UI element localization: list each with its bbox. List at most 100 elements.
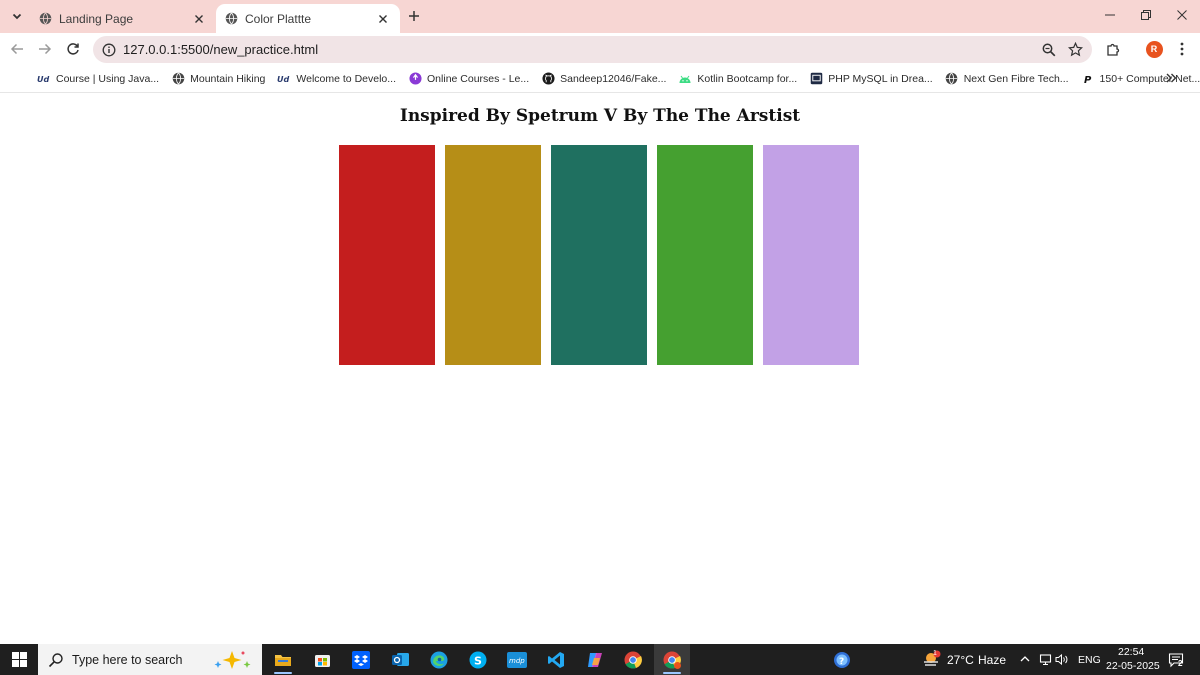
- search-icon: [48, 652, 63, 667]
- star-icon: [1067, 42, 1083, 57]
- copilot-icon: [588, 652, 602, 667]
- svg-text:?: ?: [839, 657, 844, 667]
- tab-search-button[interactable]: [6, 5, 28, 27]
- plus-icon: [409, 11, 419, 21]
- bookmark-item[interactable]: Mountain Hiking: [171, 72, 265, 86]
- bookmark-label: Sandeep12046/Fake...: [560, 72, 667, 85]
- dropbox-button[interactable]: [343, 644, 379, 675]
- store-icon: [314, 655, 330, 667]
- page-content: Inspired By Spetrum V By The The Arstist: [0, 94, 1200, 644]
- globe-icon: [39, 12, 52, 25]
- forward-button[interactable]: [34, 38, 56, 60]
- bookmark-label: 150+ Computer Net...: [1099, 72, 1200, 85]
- zoom-button[interactable]: [1040, 41, 1058, 59]
- udemy-purple-icon: [408, 72, 422, 85]
- bookmark-label: PHP MySQL in Drea...: [828, 72, 933, 85]
- svg-text:Ud: Ud: [37, 75, 49, 84]
- tab-color-palette[interactable]: Color Plattte: [216, 4, 400, 33]
- minimize-button[interactable]: [1092, 0, 1128, 30]
- url-text: 127.0.0.1:5500/new_practice.html: [123, 42, 319, 57]
- microsoft-store-button[interactable]: [304, 644, 340, 675]
- taskbar-search[interactable]: Type here to search: [38, 644, 262, 675]
- profile-button[interactable]: R: [1143, 38, 1165, 60]
- bookmark-star-button[interactable]: [1066, 41, 1084, 59]
- svg-text:Ud: Ud: [277, 75, 289, 84]
- folder-icon: [275, 654, 291, 666]
- new-tab-button[interactable]: [405, 7, 423, 25]
- network-button[interactable]: [1038, 652, 1052, 666]
- tab-close-button[interactable]: [191, 11, 207, 27]
- chrome-button[interactable]: [615, 644, 651, 675]
- page-title: Inspired By Spetrum V By The The Arstist: [399, 106, 801, 126]
- color-swatches: [339, 145, 859, 365]
- vscode-icon: [548, 651, 564, 668]
- bookmark-item[interactable]: Kotlin Bootcamp for...: [678, 72, 797, 86]
- weather-description[interactable]: Haze: [978, 653, 1006, 667]
- sparkle-icon: [214, 650, 251, 669]
- screen-icon: [810, 72, 822, 85]
- tab-title: Color Plattte: [245, 11, 312, 26]
- chevron-down-icon: [12, 13, 22, 20]
- weather-badge: 1: [933, 650, 937, 657]
- tab-strip: Landing Page Color Plattte: [0, 0, 1200, 33]
- chrome-icon: [624, 651, 642, 669]
- arrow-right-icon: [39, 43, 52, 55]
- weather-temperature[interactable]: 27°C: [947, 653, 974, 667]
- clock-time[interactable]: 22:54: [1118, 646, 1144, 658]
- bookmarks-bar: Ud Course | Using Java... Mountain Hikin…: [0, 65, 1200, 93]
- bookmark-label: Welcome to Develo...: [296, 72, 397, 85]
- tab-title: Landing Page: [59, 11, 134, 26]
- volume-button[interactable]: [1055, 652, 1069, 666]
- weather-widget-icon[interactable]: [922, 650, 942, 668]
- globe-icon: [172, 72, 184, 85]
- address-bar[interactable]: 127.0.0.1:5500/new_practice.html: [93, 36, 1092, 63]
- reload-button[interactable]: [62, 38, 84, 60]
- bookmark-item[interactable]: Ud Course | Using Java...: [37, 72, 159, 86]
- skype-button[interactable]: S: [460, 644, 496, 675]
- bookmark-item[interactable]: Sandeep12046/Fake...: [541, 72, 666, 86]
- help-button[interactable]: ?: [824, 644, 860, 675]
- tab-landing-page[interactable]: Landing Page: [30, 4, 216, 33]
- language-indicator[interactable]: ENG: [1078, 654, 1101, 666]
- close-window-button[interactable]: [1164, 0, 1200, 30]
- globe-icon: [945, 72, 958, 85]
- info-icon: [102, 43, 116, 56]
- mdp-app-button[interactable]: mdp: [499, 644, 535, 675]
- clock-date[interactable]: 22-05-2025: [1106, 660, 1160, 672]
- tab-close-button[interactable]: [375, 11, 391, 27]
- kebab-menu-icon: [1180, 42, 1184, 56]
- search-input[interactable]: Type here to search: [72, 653, 212, 667]
- p-icon: P: [1084, 75, 1092, 85]
- extensions-button[interactable]: [1102, 38, 1124, 60]
- restore-button[interactable]: [1128, 0, 1164, 30]
- avatar: R: [1145, 40, 1163, 58]
- github-icon: [542, 72, 555, 85]
- browser-menu-button[interactable]: [1171, 38, 1193, 60]
- show-hidden-icons-button[interactable]: [1018, 652, 1032, 666]
- site-info-button[interactable]: [101, 42, 117, 58]
- bookmark-item[interactable]: PHP MySQL in Drea...: [809, 72, 933, 86]
- file-explorer-button[interactable]: [265, 644, 301, 675]
- copilot-button[interactable]: [577, 644, 613, 675]
- chevron-double-right-icon[interactable]: [1164, 71, 1178, 85]
- bookmark-item[interactable]: P 150+ Computer Net...: [1081, 72, 1200, 86]
- bookmark-item[interactable]: Online Courses - Le...: [408, 72, 529, 86]
- start-button[interactable]: [0, 644, 38, 675]
- color-swatch-3: [551, 145, 647, 365]
- outlook-button[interactable]: [382, 644, 418, 675]
- network-icon: [1039, 653, 1051, 665]
- edge-button[interactable]: [421, 644, 457, 675]
- color-swatch-4: [657, 145, 753, 365]
- minimize-icon: [1105, 14, 1115, 16]
- color-swatch-2: [445, 145, 541, 365]
- bookmark-item[interactable]: Next Gen Fibre Tech...: [945, 72, 1069, 86]
- help-icon: ?: [834, 651, 850, 668]
- color-swatch-1: [339, 145, 435, 365]
- back-button[interactable]: [6, 38, 28, 60]
- weather-icon: [924, 650, 941, 666]
- outlook-icon: [391, 653, 409, 666]
- chrome-profile-button[interactable]: [654, 644, 690, 675]
- windows-taskbar: Type here to search S mdp ? 1 27°C Haze: [0, 644, 1200, 675]
- bookmark-item[interactable]: Ud Welcome to Develo...: [277, 72, 396, 86]
- vscode-button[interactable]: [538, 644, 574, 675]
